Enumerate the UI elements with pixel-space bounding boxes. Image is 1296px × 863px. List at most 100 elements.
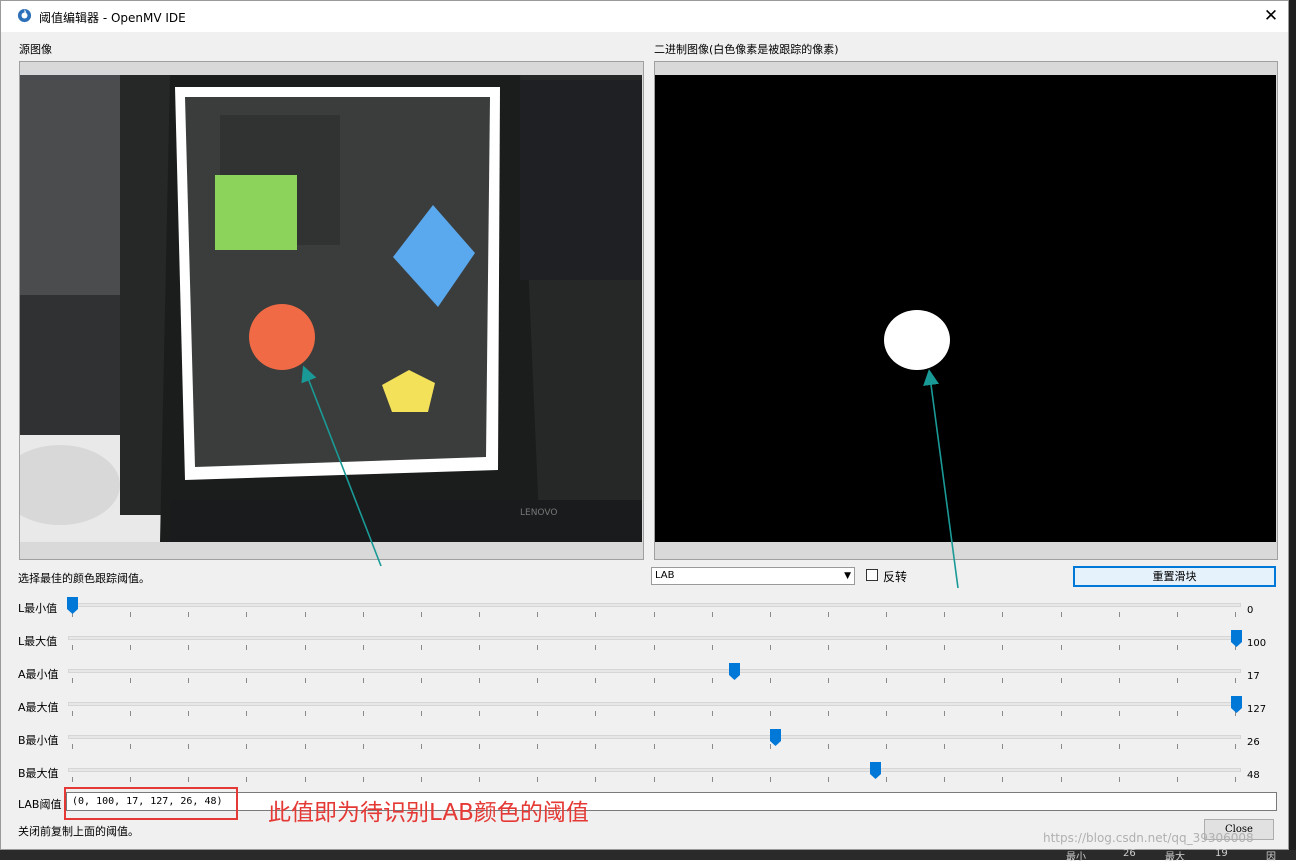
- slider-ticks: [72, 612, 1237, 618]
- slider-tick: [944, 678, 945, 683]
- slider-tick: [1177, 678, 1178, 683]
- reset-sliders-button[interactable]: 重置滑块: [1073, 566, 1276, 587]
- color-space-value: LAB: [655, 570, 675, 581]
- slider-tick: [421, 777, 422, 782]
- slider-thumb[interactable]: [1231, 630, 1242, 647]
- slider-tick: [188, 678, 189, 683]
- slider-track[interactable]: [68, 669, 1241, 673]
- slider-tick: [479, 777, 480, 782]
- slider-tick: [1002, 645, 1003, 650]
- slider-row: B最小值 26: [0, 729, 1289, 762]
- bg-text-1: 最小: [1066, 852, 1086, 863]
- slider-tick: [421, 744, 422, 749]
- slider-tick: [654, 678, 655, 683]
- slider-tick: [537, 645, 538, 650]
- slider-tick: [1119, 612, 1120, 617]
- svg-text:LENOVO: LENOVO: [520, 508, 557, 518]
- slider-tick: [363, 645, 364, 650]
- slider-tick: [188, 645, 189, 650]
- slider-label: L最大值: [18, 635, 58, 648]
- title-bar: 阈值编辑器 - OpenMV IDE ✕: [1, 1, 1288, 32]
- slider-thumb[interactable]: [870, 762, 882, 779]
- slider-thumb[interactable]: [729, 663, 741, 680]
- slider-tick: [479, 645, 480, 650]
- slider-ticks: [72, 777, 1237, 783]
- slider-tick: [1061, 645, 1062, 650]
- slider-tick: [944, 711, 945, 716]
- slider-thumb[interactable]: [770, 729, 782, 746]
- color-space-select[interactable]: LAB ▼: [651, 567, 855, 585]
- slider-tick: [770, 711, 771, 716]
- lab-threshold-field[interactable]: (0, 100, 17, 127, 26, 48): [66, 792, 1277, 811]
- slider-label: L最小值: [18, 602, 58, 615]
- slider-tick: [72, 777, 73, 782]
- bg-text-4: 19: [1215, 848, 1228, 859]
- footer-note: 关闭前复制上面的阈值。: [18, 825, 139, 838]
- slider-tick: [1061, 777, 1062, 782]
- slider-tick: [595, 744, 596, 749]
- slider-tick: [712, 744, 713, 749]
- close-icon[interactable]: ✕: [1256, 1, 1286, 32]
- slider-tick: [828, 645, 829, 650]
- slider-tick: [363, 777, 364, 782]
- slider-tick: [363, 678, 364, 683]
- background-desktop-bottom: [0, 850, 1296, 860]
- slider-tick: [479, 744, 480, 749]
- slider-tick: [305, 645, 306, 650]
- slider-tick: [712, 711, 713, 716]
- slider-track[interactable]: [68, 603, 1241, 607]
- slider-track[interactable]: [68, 768, 1241, 772]
- slider-tick: [595, 612, 596, 617]
- binary-image-label: 二进制图像(白色像素是被跟踪的像素): [654, 43, 839, 56]
- binary-image: [655, 75, 1276, 542]
- slider-tick: [1002, 711, 1003, 716]
- invert-checkbox[interactable]: [866, 569, 878, 581]
- bg-text-5: 因: [1266, 852, 1276, 863]
- slider-tick: [130, 645, 131, 650]
- slider-tick: [1061, 678, 1062, 683]
- slider-track[interactable]: [68, 636, 1241, 640]
- slider-tick: [1119, 645, 1120, 650]
- slider-tick: [421, 645, 422, 650]
- slider-tick: [246, 744, 247, 749]
- camera-frame-graphic: LENOVO: [20, 75, 642, 542]
- source-image-label: 源图像: [19, 43, 52, 56]
- slider-tick: [188, 612, 189, 617]
- slider-tick: [1119, 777, 1120, 782]
- slider-thumb[interactable]: [67, 597, 78, 614]
- slider-tick: [537, 678, 538, 683]
- slider-tick: [188, 744, 189, 749]
- slider-tick: [537, 612, 538, 617]
- slider-tick: [886, 777, 887, 782]
- slider-tick: [944, 645, 945, 650]
- slider-value: 0: [1247, 605, 1254, 616]
- slider-track[interactable]: [68, 702, 1241, 706]
- openmv-logo-icon: [17, 8, 32, 23]
- slider-tick: [1177, 777, 1178, 782]
- slider-tick: [654, 744, 655, 749]
- slider-tick: [828, 744, 829, 749]
- slider-label: A最小值: [18, 668, 59, 681]
- slider-tick: [479, 678, 480, 683]
- slider-tick: [886, 612, 887, 617]
- slider-tick: [828, 612, 829, 617]
- chevron-down-icon: ▼: [844, 571, 851, 581]
- slider-tick: [246, 645, 247, 650]
- slider-row: L最小值 0: [0, 597, 1289, 630]
- slider-tick: [1002, 612, 1003, 617]
- slider-tick: [188, 777, 189, 782]
- slider-track[interactable]: [68, 735, 1241, 739]
- lab-threshold-label: LAB阈值: [18, 798, 62, 811]
- slider-tick: [712, 678, 713, 683]
- slider-tick: [421, 711, 422, 716]
- background-desktop-right: [1289, 0, 1296, 860]
- slider-tick: [1061, 612, 1062, 617]
- slider-tick: [130, 612, 131, 617]
- slider-ticks: [72, 645, 1237, 651]
- slider-value: 48: [1247, 770, 1260, 781]
- slider-tick: [654, 645, 655, 650]
- slider-tick: [886, 678, 887, 683]
- slider-thumb[interactable]: [1231, 696, 1242, 713]
- slider-tick: [1235, 777, 1236, 782]
- slider-tick: [1002, 777, 1003, 782]
